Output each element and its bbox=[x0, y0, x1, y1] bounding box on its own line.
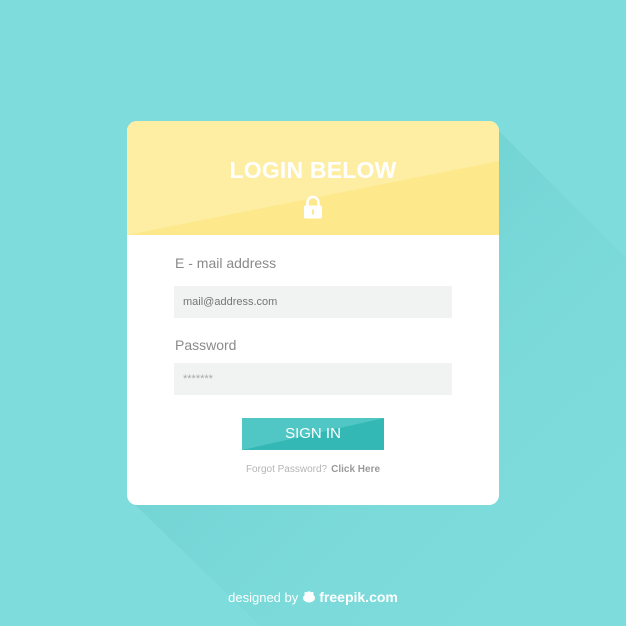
forgot-password-link[interactable]: Click Here bbox=[331, 464, 380, 475]
freepik-logo-icon bbox=[303, 591, 316, 603]
login-card: LOGIN BELOW E - mail address Password **… bbox=[127, 121, 499, 505]
password-label: Password bbox=[175, 337, 237, 353]
page-title: LOGIN BELOW bbox=[229, 157, 397, 183]
sign-in-label: SIGN IN bbox=[285, 425, 341, 442]
credit-prefix: designed by bbox=[228, 590, 299, 605]
forgot-password-text: Forgot Password? bbox=[245, 464, 328, 475]
sign-in-button[interactable]: SIGN IN bbox=[242, 418, 384, 450]
password-field[interactable]: ******* bbox=[174, 363, 452, 395]
credit-line: designed by freepik.com bbox=[0, 589, 626, 605]
lock-icon bbox=[304, 195, 322, 219]
credit-brand[interactable]: freepik.com bbox=[319, 589, 398, 605]
email-label: E - mail address bbox=[175, 255, 277, 271]
email-field[interactable] bbox=[174, 286, 452, 318]
forgot-password-row: Forgot Password? Click Here bbox=[127, 464, 499, 475]
card-header: LOGIN BELOW bbox=[127, 121, 499, 235]
